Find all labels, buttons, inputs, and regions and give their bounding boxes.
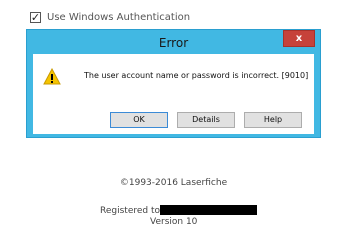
version-text: Version 10: [150, 217, 198, 227]
close-button[interactable]: x: [283, 30, 315, 47]
redacted-registrant: [160, 205, 257, 215]
dialog-title: Error: [158, 36, 189, 50]
windows-auth-row[interactable]: ✓ Use Windows Authentication: [30, 12, 190, 23]
details-button[interactable]: Details: [177, 112, 235, 128]
error-dialog: Error x The user account name or passwor…: [26, 29, 321, 138]
ok-button[interactable]: OK: [110, 112, 168, 128]
dialog-body: The user account name or password is inc…: [33, 54, 314, 134]
registered-label: Registered to:: [100, 206, 164, 216]
windows-auth-label: Use Windows Authentication: [47, 12, 191, 23]
error-message: The user account name or password is inc…: [84, 71, 309, 80]
warning-icon: [43, 68, 61, 85]
help-button[interactable]: Help: [244, 112, 302, 128]
windows-auth-checkbox[interactable]: ✓: [30, 12, 41, 23]
copyright-text: ©1993-2016 Laserfiche: [119, 178, 228, 188]
dialog-titlebar[interactable]: Error x: [27, 30, 320, 54]
